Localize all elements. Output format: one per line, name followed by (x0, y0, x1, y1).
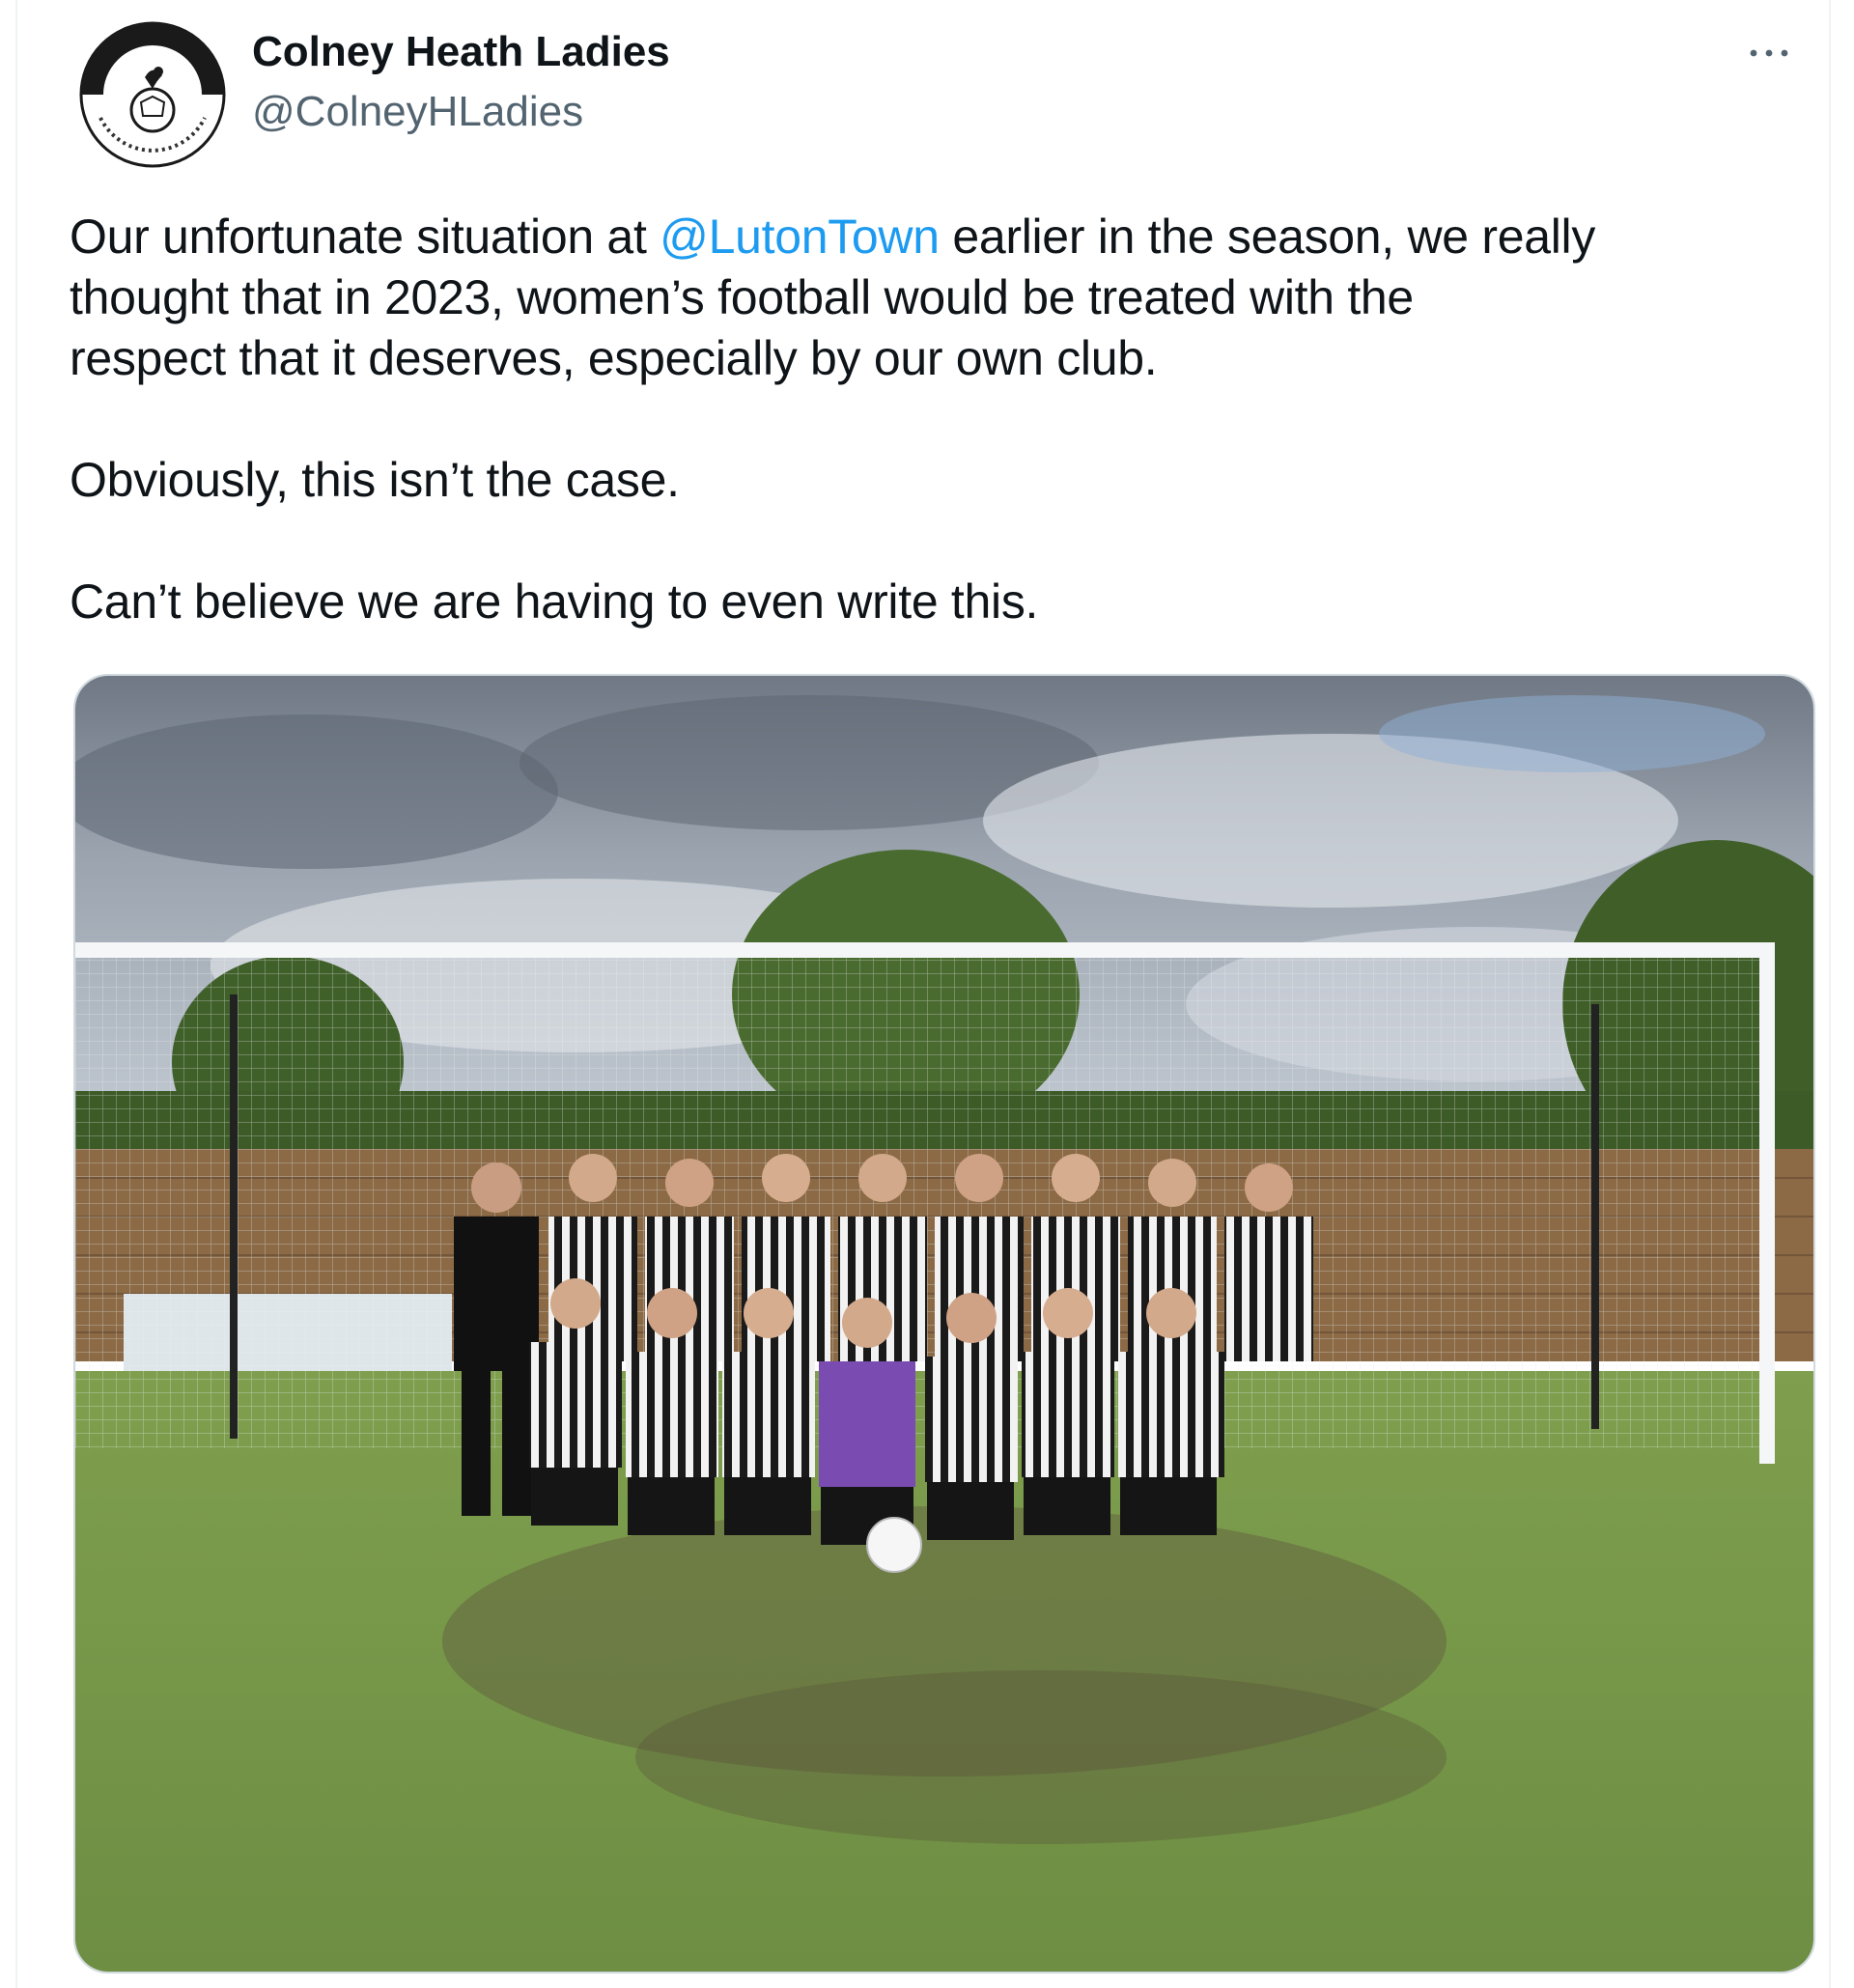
author-display-name[interactable]: Colney Heath Ladies (252, 27, 670, 77)
tweet-card: Colney Heath Ladies @ColneyHLadies Our u… (15, 0, 1831, 1988)
author-handle[interactable]: @ColneyHLadies (252, 87, 583, 137)
more-options-button[interactable] (1740, 27, 1798, 77)
tweet-text: Our unfortunate situation at @LutonTown … (70, 207, 1808, 632)
tweet-text-before-mention: Our unfortunate situation at (70, 210, 660, 264)
tweet-photo[interactable] (73, 674, 1815, 1974)
more-horizontal-icon (1750, 49, 1788, 57)
team-photo (75, 676, 1813, 1972)
tweet-paragraph-2: Obviously, this isn’t the case. (70, 453, 680, 507)
tweet-paragraph-1: Our unfortunate situation at @LutonTown … (70, 207, 1808, 389)
tweet-paragraph-3: Can’t believe we are having to even writ… (70, 574, 1039, 629)
author-avatar[interactable] (71, 14, 234, 176)
mention-link[interactable]: @LutonTown (660, 210, 940, 264)
club-crest-logo (75, 17, 230, 172)
